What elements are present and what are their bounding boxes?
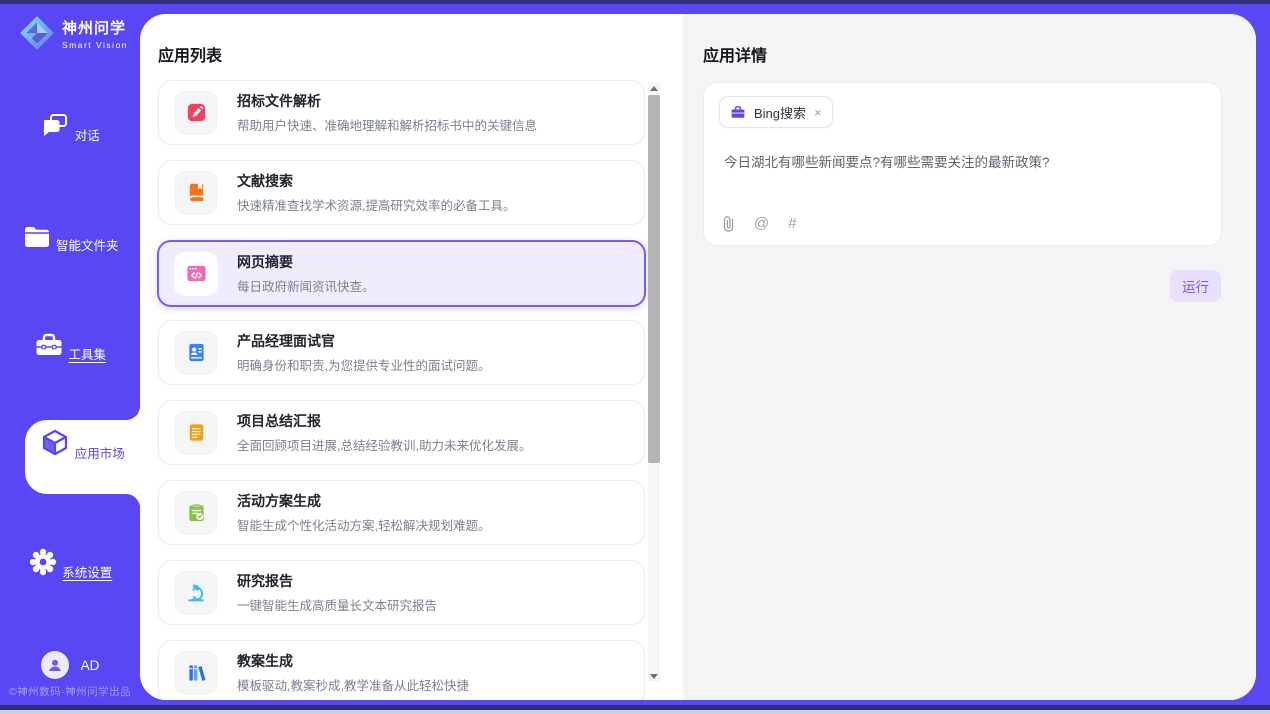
sidebar-item-label: 智能文件夹 xyxy=(56,235,119,254)
app-desc: 模板驱动,教案秒成,教学准备从此轻松快捷 xyxy=(237,675,469,694)
sidebar-item-app-market[interactable]: 应用市场 xyxy=(25,420,140,494)
app-desc: 每日政府新闻资讯快查。 xyxy=(237,276,375,295)
app-desc: 一键智能生成高质量长文本研究报告 xyxy=(237,595,437,614)
app-card-bid-analysis[interactable]: 招标文件解析 帮助用户快速、准确地理解和解析招标书中的关键信息 xyxy=(158,80,645,145)
diamond-logo-icon xyxy=(18,14,56,52)
sidebar-item-label: 应用市场 xyxy=(75,443,125,462)
app-desc: 快速精准查找学术资源,提高研究效率的必备工具。 xyxy=(237,195,515,214)
app-title: 文献搜索 xyxy=(237,171,515,192)
bottom-edge-bar xyxy=(0,710,1270,714)
scroll-up-arrow[interactable] xyxy=(648,82,660,94)
app-card-literature-search[interactable]: 文献搜索 快速精准查找学术资源,提高研究效率的必备工具。 xyxy=(158,160,645,225)
list-scrollbar[interactable] xyxy=(648,82,660,682)
book-icon xyxy=(174,171,218,215)
app-card-lesson-plan[interactable]: 教案生成 模板驱动,教案秒成,教学准备从此轻松快捷 xyxy=(158,640,645,700)
books-icon xyxy=(174,651,218,695)
scroll-down-arrow[interactable] xyxy=(648,670,660,682)
app-list: 招标文件解析 帮助用户快速、准确地理解和解析招标书中的关键信息 文献搜索 xyxy=(158,80,647,700)
copyright-text: ©神州数码·神州问学出品 xyxy=(0,684,140,699)
tool-chip-bing-search[interactable]: Bing搜索 × xyxy=(719,96,833,128)
sidebar-item-label: 工具集 xyxy=(68,344,106,363)
interviewer-icon xyxy=(174,331,218,375)
app-window: 神州问学 Smart Vision 对话 智能文件夹 xyxy=(0,0,1270,714)
scrollbar-thumb[interactable] xyxy=(648,95,660,463)
app-detail-panel: 应用详情 Bing搜索 × 今日湖北有哪些新闻要点?有哪些需要关注的最新政策? xyxy=(683,14,1256,700)
app-desc: 明确身份和职责,为您提供专业性的面试问题。 xyxy=(237,355,490,374)
gear-icon xyxy=(28,547,58,577)
app-title: 研究报告 xyxy=(237,571,437,592)
top-frame-bar xyxy=(0,0,1270,4)
paperclip-icon[interactable] xyxy=(722,215,735,232)
sidebar-item-settings[interactable]: 系统设置 xyxy=(0,547,140,582)
toolbox-icon xyxy=(34,332,64,359)
briefcase-icon xyxy=(730,104,746,120)
sidebar-item-label: 对话 xyxy=(75,125,100,144)
app-card-project-summary[interactable]: 项目总结汇报 全面回顾项目进展,总结经验教训,助力未来优化发展。 xyxy=(158,400,645,465)
chip-close-icon[interactable]: × xyxy=(814,106,822,119)
sidebar-item-chat[interactable]: 对话 xyxy=(0,112,140,145)
hash-icon[interactable]: # xyxy=(788,216,796,231)
app-title: 网页摘要 xyxy=(237,252,375,273)
query-text[interactable]: 今日湖北有哪些新闻要点?有哪些需要关注的最新政策? xyxy=(724,151,1201,171)
input-toolbar: @ # xyxy=(722,215,797,232)
app-title: 产品经理面试官 xyxy=(237,331,490,352)
app-card-pm-interviewer[interactable]: 产品经理面试官 明确身份和职责,为您提供专业性的面试问题。 xyxy=(158,320,645,385)
app-title: 招标文件解析 xyxy=(237,91,537,112)
chip-label: Bing搜索 xyxy=(754,103,806,122)
app-title: 项目总结汇报 xyxy=(237,411,531,432)
app-desc: 智能生成个性化活动方案,轻松解决规划难题。 xyxy=(237,515,490,534)
run-button[interactable]: 运行 xyxy=(1170,270,1221,302)
avatar xyxy=(41,651,69,679)
app-desc: 帮助用户快速、准确地理解和解析招标书中的关键信息 xyxy=(237,115,537,134)
app-title: 活动方案生成 xyxy=(237,491,490,512)
query-card: Bing搜索 × 今日湖北有哪些新闻要点?有哪些需要关注的最新政策? @ # xyxy=(703,82,1222,246)
app-desc: 全面回顾项目进展,总结经验教训,助力未来优化发展。 xyxy=(237,435,531,454)
brand-name: 神州问学 xyxy=(62,17,128,38)
mention-icon[interactable]: @ xyxy=(754,216,769,231)
bid-edit-icon xyxy=(174,91,218,135)
user-initials: AD xyxy=(81,658,100,673)
app-card-web-summary[interactable]: 网页摘要 每日政府新闻资讯快查。 xyxy=(157,240,646,307)
app-detail-title: 应用详情 xyxy=(703,42,767,66)
microscope-icon xyxy=(174,571,218,615)
app-list-title: 应用列表 xyxy=(158,42,222,66)
clipboard-check-icon xyxy=(174,491,218,535)
chat-icon xyxy=(40,112,70,140)
report-note-icon xyxy=(174,411,218,455)
person-icon xyxy=(46,656,64,674)
app-title: 教案生成 xyxy=(237,651,469,672)
app-list-panel: 应用列表 招标文件解析 帮助用户快速、准确地理解和解析招标书中的关键信息 xyxy=(140,14,683,700)
sidebar-item-label: 系统设置 xyxy=(62,562,112,581)
app-card-research-report[interactable]: 研究报告 一键智能生成高质量长文本研究报告 xyxy=(158,560,645,625)
folder-icon xyxy=(22,224,52,250)
app-card-event-plan[interactable]: 活动方案生成 智能生成个性化活动方案,轻松解决规划难题。 xyxy=(158,480,645,545)
user-profile[interactable]: AD xyxy=(0,651,140,679)
sidebar-item-smart-folder[interactable]: 智能文件夹 xyxy=(0,224,140,255)
sidebar-item-toolset[interactable]: 工具集 xyxy=(0,332,140,364)
content-area: 应用列表 招标文件解析 帮助用户快速、准确地理解和解析招标书中的关键信息 xyxy=(140,14,1256,700)
brand-logo: 神州问学 Smart Vision xyxy=(18,14,128,52)
web-code-icon xyxy=(174,252,218,296)
cube-icon xyxy=(40,428,70,458)
sidebar: 神州问学 Smart Vision 对话 智能文件夹 xyxy=(0,4,140,705)
brand-subtitle: Smart Vision xyxy=(62,40,128,50)
